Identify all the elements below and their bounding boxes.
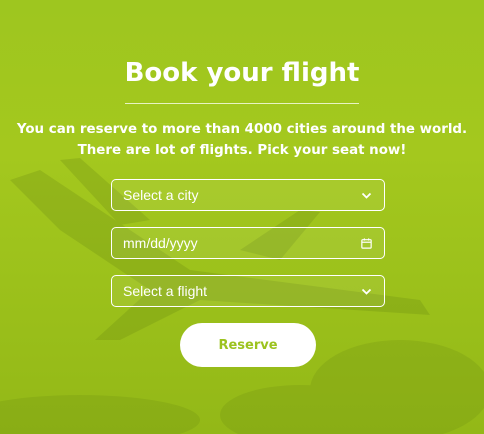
calendar-icon[interactable] [361, 237, 372, 249]
subtitle-line-1: You can reserve to more than 4000 cities… [16, 122, 468, 137]
subtitle-line-2: There are lot of flights. Pick your seat… [77, 143, 407, 158]
city-select[interactable]: Select a city [111, 179, 385, 211]
booking-panel: Book your flight You can reserve to more… [0, 0, 484, 161]
date-input-placeholder: mm/dd/yyyy [123, 235, 198, 251]
flight-select[interactable]: Select a flight [111, 275, 385, 307]
clouds-background-image [0, 340, 484, 434]
page-subtitle: You can reserve to more than 4000 cities… [12, 119, 472, 161]
hero-section: Book your flight You can reserve to more… [0, 0, 484, 434]
chevron-down-icon [361, 190, 372, 201]
page-title: Book your flight [124, 58, 360, 88]
title-divider [125, 103, 359, 104]
flight-select-value: Select a flight [123, 283, 208, 299]
reserve-button[interactable]: Reserve [180, 323, 316, 367]
chevron-down-icon [361, 286, 372, 297]
date-input[interactable]: mm/dd/yyyy [111, 227, 385, 259]
city-select-value: Select a city [123, 187, 199, 203]
